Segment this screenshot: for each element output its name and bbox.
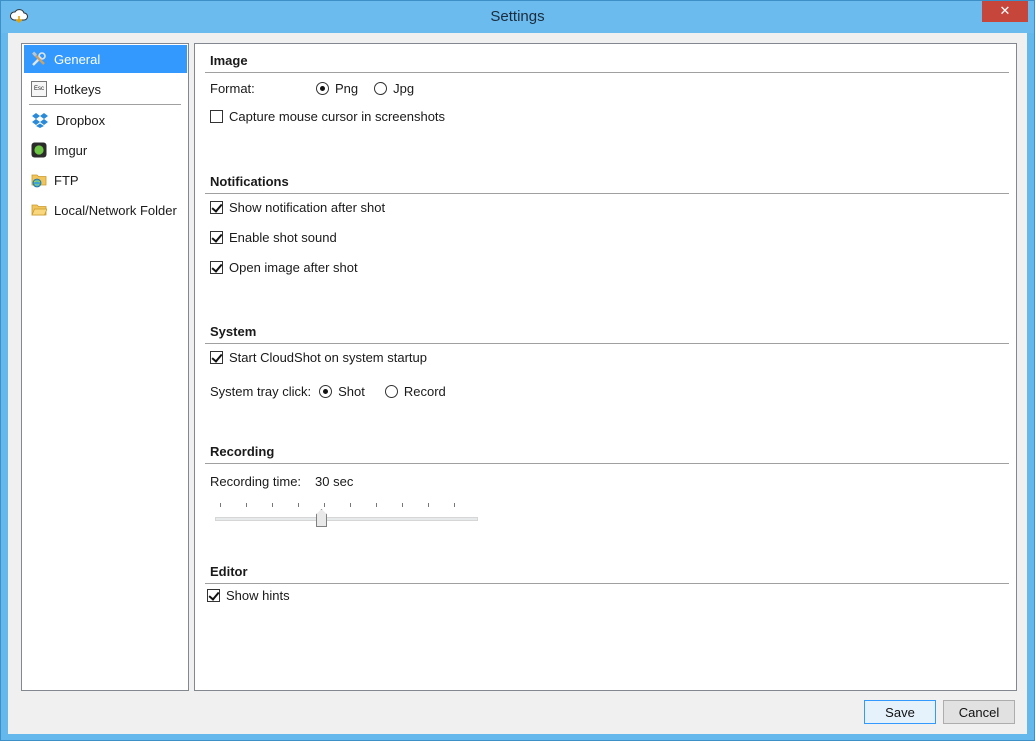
recording-time-slider-track[interactable] <box>215 517 478 521</box>
show-notification-label[interactable]: Show notification after shot <box>229 200 385 215</box>
open-image-row: Open image after shot <box>210 260 358 275</box>
open-image-label[interactable]: Open image after shot <box>229 260 358 275</box>
enable-sound-label[interactable]: Enable shot sound <box>229 230 337 245</box>
startup-checkbox[interactable] <box>210 351 223 364</box>
slider-tick <box>350 503 351 507</box>
section-title-image: Image <box>210 53 248 68</box>
sidebar-item-imgur[interactable]: Imgur <box>24 136 187 164</box>
settings-panel: Image Format: Png Jpg Capture mouse curs… <box>194 43 1017 691</box>
slider-tick <box>246 503 247 507</box>
slider-tick <box>402 503 403 507</box>
section-title-notifications: Notifications <box>210 174 289 189</box>
slider-tick <box>220 503 221 507</box>
keyboard-key-icon: Esc <box>31 81 47 97</box>
format-png-radio[interactable] <box>316 82 329 95</box>
section-divider <box>205 72 1009 73</box>
capture-cursor-checkbox[interactable] <box>210 110 223 123</box>
section-title-editor: Editor <box>210 564 248 579</box>
window-title: Settings <box>490 8 545 25</box>
sidebar-item-label: FTP <box>54 172 79 188</box>
section-divider <box>205 343 1009 344</box>
ftp-folder-icon <box>31 174 47 188</box>
tray-record-radio[interactable] <box>384 385 398 398</box>
show-hints-label[interactable]: Show hints <box>226 588 290 603</box>
tray-shot-label[interactable]: Shot <box>338 384 365 399</box>
recording-time-value: 30 sec <box>315 474 354 489</box>
cancel-button[interactable]: Cancel <box>943 700 1015 724</box>
section-divider <box>205 583 1009 584</box>
open-image-checkbox[interactable] <box>210 261 223 274</box>
sidebar-item-label: Dropbox <box>56 112 106 128</box>
dropbox-icon <box>32 113 48 128</box>
tools-icon <box>32 51 46 66</box>
folder-icon <box>31 204 47 216</box>
startup-label[interactable]: Start CloudShot on system startup <box>229 350 427 365</box>
tray-click-label: System tray click: <box>210 384 312 399</box>
slider-tick <box>324 503 325 507</box>
format-jpg-radio[interactable] <box>374 82 388 95</box>
capture-cursor-row: Capture mouse cursor in screenshots <box>210 109 445 124</box>
format-jpg-label[interactable]: Jpg <box>393 81 414 96</box>
sidebar-item-label: Imgur <box>54 142 88 158</box>
sidebar-item-dropbox[interactable]: Dropbox <box>24 106 187 134</box>
format-row: Format: Png Jpg <box>210 81 414 96</box>
format-png-label[interactable]: Png <box>335 81 358 96</box>
show-notification-checkbox[interactable] <box>210 201 223 214</box>
sidebar-item-local-network-folder[interactable]: Local/Network Folder <box>24 196 187 224</box>
slider-tick <box>298 503 299 507</box>
show-hints-checkbox[interactable] <box>207 589 220 602</box>
sidebar-item-hotkeys[interactable]: Esc Hotkeys <box>24 75 187 103</box>
sidebar-item-label: Local/Network Folder <box>54 202 177 218</box>
tray-click-row: System tray click: Shot Record <box>210 384 446 399</box>
section-divider <box>205 193 1009 194</box>
enable-sound-row: Enable shot sound <box>210 230 337 245</box>
settings-window: Settings ✕ General Esc Hotkeys Dropbox I… <box>0 0 1035 741</box>
show-hints-row: Show hints <box>207 588 290 603</box>
section-title-system: System <box>210 324 257 339</box>
recording-time-row: Recording time: 30 sec <box>210 474 353 489</box>
sidebar-item-label: Hotkeys <box>54 81 101 97</box>
recording-time-slider-thumb[interactable] <box>316 509 327 527</box>
close-button[interactable]: ✕ <box>982 1 1028 22</box>
section-divider <box>205 463 1009 464</box>
slider-tick <box>454 503 455 507</box>
format-label: Format: <box>210 81 255 96</box>
client-area: General Esc Hotkeys Dropbox Imgur FTP Lo… <box>8 33 1027 734</box>
recording-time-label: Recording time: <box>210 474 302 489</box>
slider-tick <box>428 503 429 507</box>
save-button[interactable]: Save <box>864 700 936 724</box>
sidebar-item-general[interactable]: General <box>24 45 187 73</box>
sidebar-separator <box>29 104 181 105</box>
imgur-icon <box>31 142 47 158</box>
slider-tick <box>376 503 377 507</box>
capture-cursor-label[interactable]: Capture mouse cursor in screenshots <box>229 109 445 124</box>
settings-sidebar: General Esc Hotkeys Dropbox Imgur FTP Lo… <box>21 43 189 691</box>
startup-row: Start CloudShot on system startup <box>210 350 427 365</box>
section-title-recording: Recording <box>210 444 275 459</box>
title-bar[interactable]: Settings ✕ <box>1 1 1034 33</box>
slider-tick <box>272 503 273 507</box>
sidebar-item-label: General <box>54 51 101 67</box>
tray-record-label[interactable]: Record <box>404 384 446 399</box>
enable-sound-checkbox[interactable] <box>210 231 223 244</box>
tray-shot-radio[interactable] <box>319 385 333 398</box>
show-notification-row: Show notification after shot <box>210 200 385 215</box>
sidebar-item-ftp[interactable]: FTP <box>24 166 187 194</box>
